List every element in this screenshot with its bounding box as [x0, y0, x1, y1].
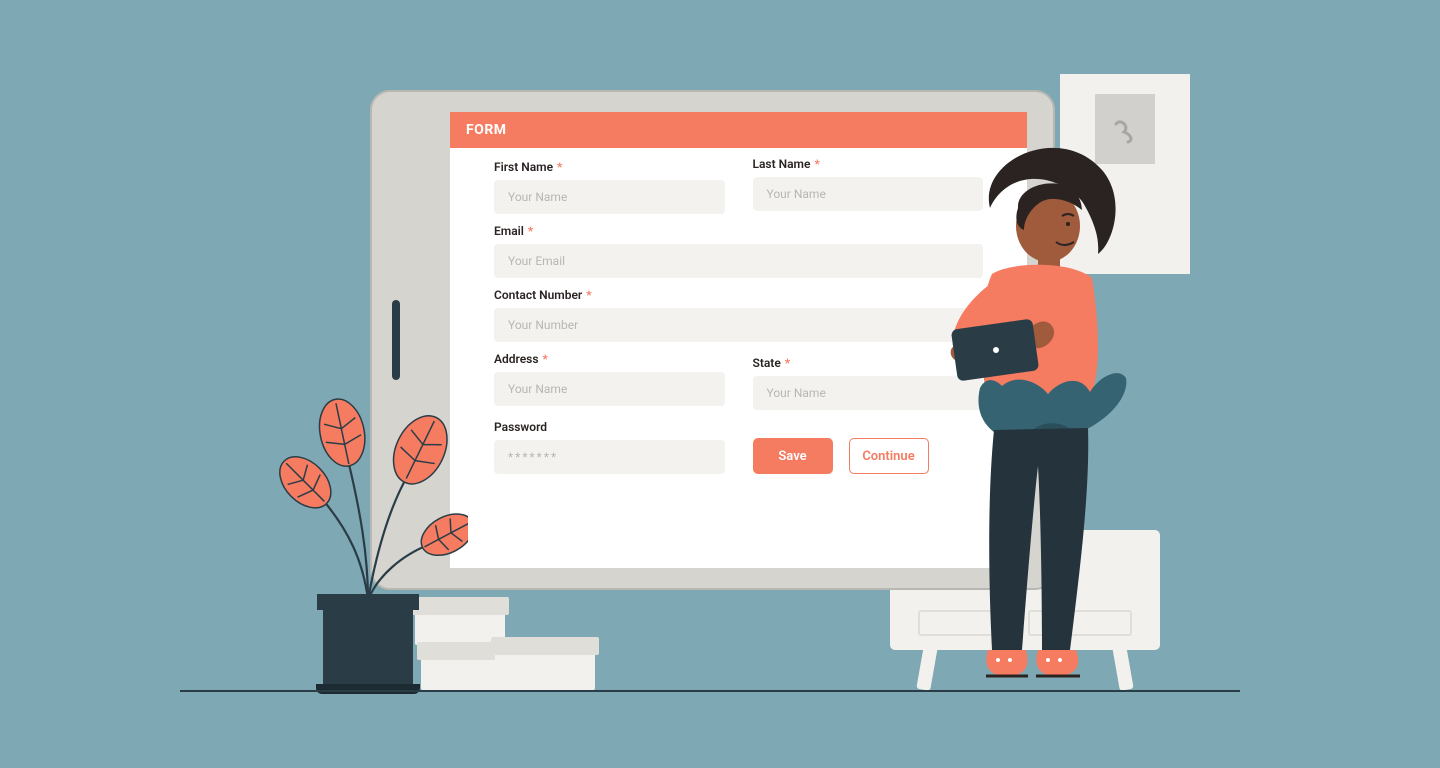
save-button[interactable]: Save [753, 438, 833, 474]
plant [268, 390, 468, 690]
first-name-input[interactable]: Your Name [494, 180, 725, 214]
tablet-home-button [392, 300, 400, 380]
password-input[interactable]: ******* [494, 440, 725, 474]
form-title: FORM [466, 122, 507, 138]
person-illustration [930, 130, 1150, 690]
continue-button[interactable]: Continue [849, 438, 929, 474]
floor-line [180, 690, 1240, 692]
contact-field: Contact Number* Your Number [494, 288, 983, 342]
email-input[interactable]: Your Email [494, 244, 983, 278]
email-field: Email* Your Email [494, 224, 983, 278]
first-name-field: First Name* Your Name [494, 160, 725, 214]
contact-input[interactable]: Your Number [494, 308, 983, 342]
address-field: Address* Your Name [494, 352, 725, 410]
address-input[interactable]: Your Name [494, 372, 725, 406]
password-field: Password ******* [494, 420, 725, 474]
